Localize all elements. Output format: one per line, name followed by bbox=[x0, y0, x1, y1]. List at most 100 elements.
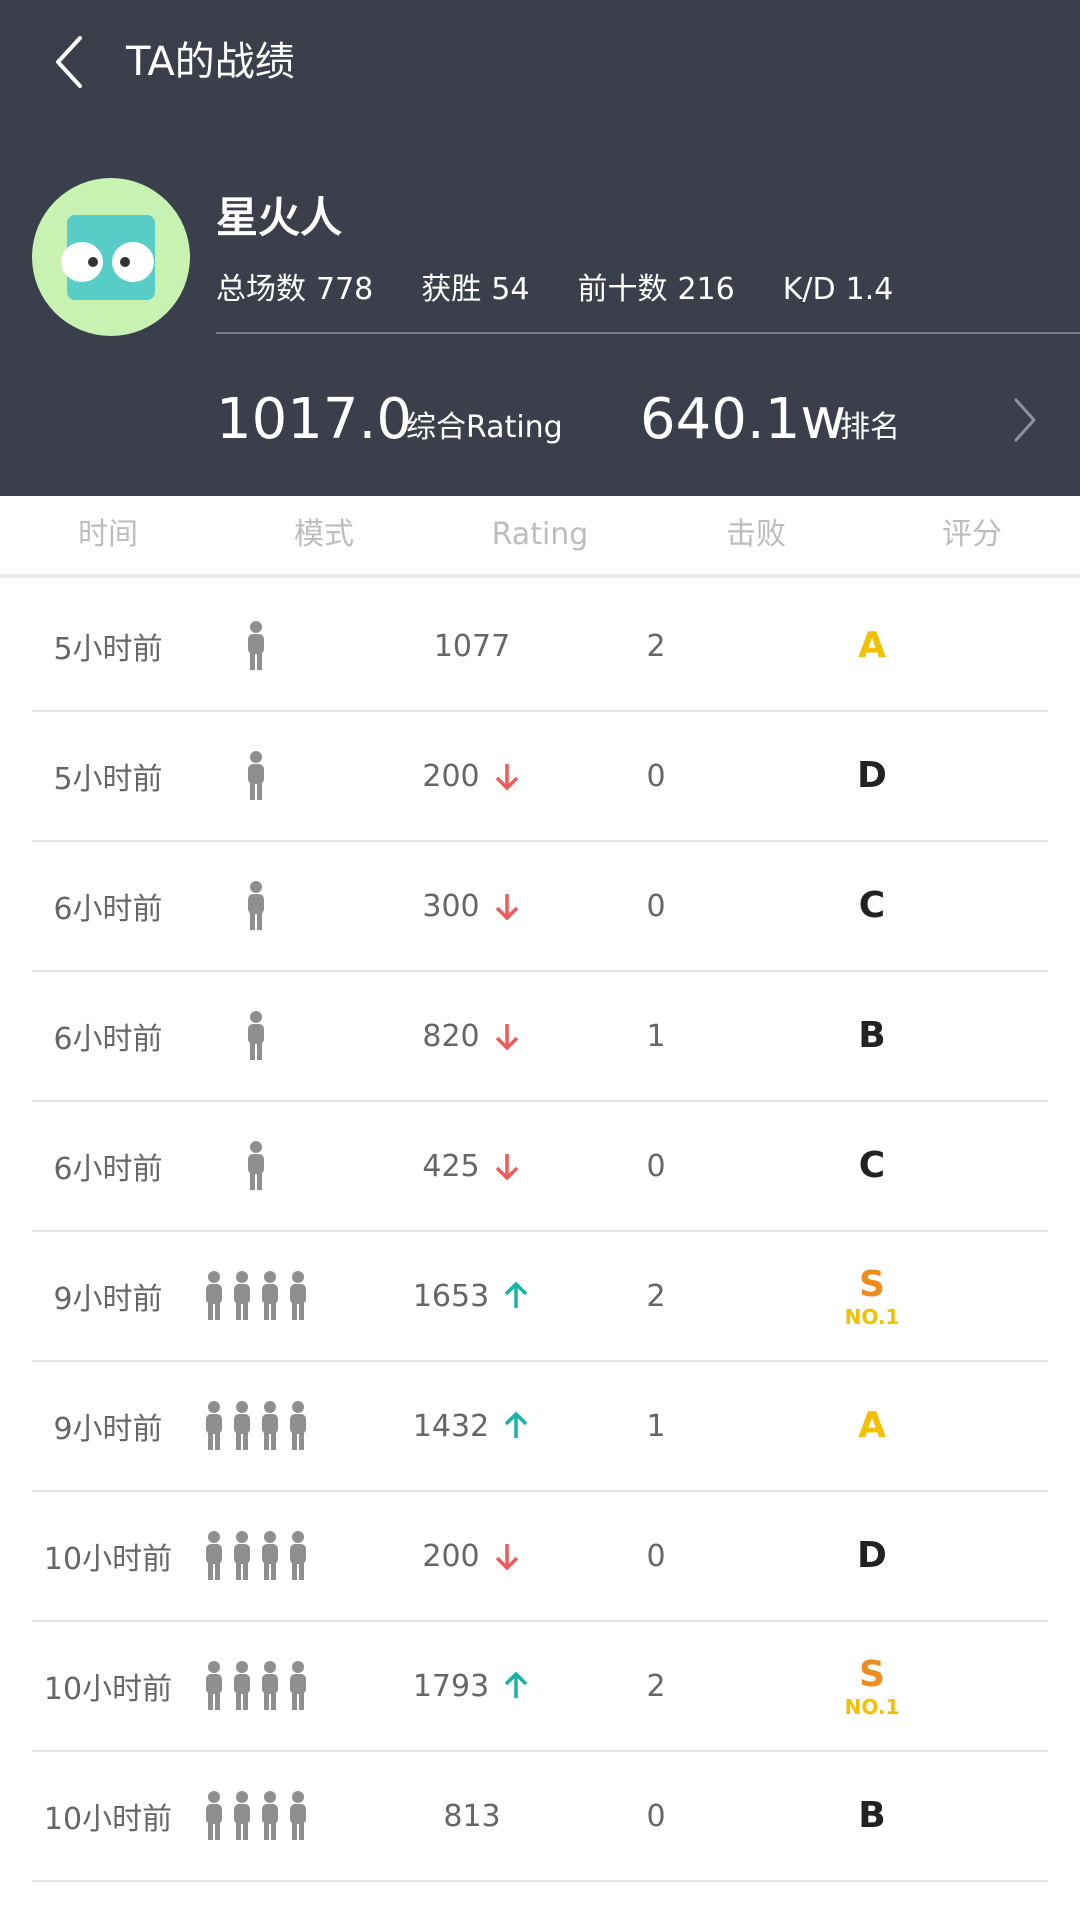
person-icon bbox=[206, 1401, 222, 1450]
person-icon bbox=[234, 1271, 250, 1320]
person-icon bbox=[262, 1531, 278, 1580]
table-row[interactable]: 5小时前 1077 2 A bbox=[32, 582, 1048, 712]
arrow-down-icon bbox=[495, 894, 518, 921]
table-row[interactable]: 10小时前 1793 2 S NO.1 bbox=[32, 1622, 1048, 1752]
profile-header: TA的战绩 星火人 总场数 778 获胜 54 前十数 216 K/D 1.4 1017… bbox=[0, 0, 1080, 496]
rank-label: 排名 bbox=[840, 410, 900, 445]
match-list: 5小时前 1077 2 A 5小时前 200 0 D 6小时前 300 0 C 6小时前 820 1 B 6小时… bbox=[0, 582, 1080, 1882]
person-icon bbox=[262, 1791, 278, 1840]
rating-value: 820 bbox=[422, 1018, 480, 1054]
person-icon bbox=[262, 1661, 278, 1710]
match-mode bbox=[156, 582, 356, 710]
person-icon bbox=[290, 1271, 306, 1320]
table-row[interactable]: 6小时前 425 0 C bbox=[32, 1102, 1048, 1232]
stat-value: 216 bbox=[677, 272, 735, 307]
match-rating: 813 bbox=[372, 1752, 572, 1880]
match-grade: S NO.1 bbox=[772, 1622, 972, 1750]
grade-letter: A bbox=[858, 1405, 886, 1446]
column-header-time: 时间 bbox=[78, 517, 138, 552]
table-row[interactable]: 6小时前 300 0 C bbox=[32, 842, 1048, 972]
solo-mode-icon bbox=[244, 750, 268, 802]
match-rating: 300 bbox=[372, 842, 572, 970]
match-grade: B bbox=[772, 1752, 972, 1880]
table-row[interactable]: 10小时前 813 0 B bbox=[32, 1752, 1048, 1882]
match-kills: 2 bbox=[646, 1278, 666, 1314]
rating-value: 1077 bbox=[433, 628, 511, 664]
stats-summary: 总场数 778 获胜 54 前十数 216 K/D 1.4 bbox=[216, 268, 941, 312]
stat-value: 778 bbox=[316, 272, 374, 307]
match-mode bbox=[156, 1102, 356, 1230]
table-row[interactable]: 9小时前 1432 1 A bbox=[32, 1362, 1048, 1492]
grade-letter: S bbox=[859, 1264, 885, 1305]
avatar-eye-left bbox=[61, 242, 103, 282]
squad-mode-icon bbox=[202, 1270, 310, 1322]
person-icon bbox=[234, 1401, 250, 1450]
arrow-down-icon bbox=[495, 1154, 518, 1181]
avatar[interactable] bbox=[32, 178, 190, 336]
match-grade: D bbox=[772, 712, 972, 840]
grade-letter: A bbox=[858, 625, 886, 666]
solo-mode-icon bbox=[244, 620, 268, 672]
match-kills: 0 bbox=[646, 758, 666, 794]
stat-total-games: 总场数 778 bbox=[216, 268, 373, 312]
squad-mode-icon bbox=[202, 1530, 310, 1582]
table-row[interactable]: 10小时前 200 0 D bbox=[32, 1492, 1048, 1622]
arrow-down-icon bbox=[495, 1544, 518, 1571]
match-mode bbox=[156, 1622, 356, 1750]
person-icon bbox=[248, 1011, 264, 1060]
stat-label: 前十数 bbox=[577, 272, 668, 307]
overall-rating-value: 1017.0 bbox=[216, 387, 412, 452]
grade-letter: B bbox=[858, 1795, 886, 1836]
match-rating: 1432 bbox=[372, 1362, 572, 1490]
arrow-up-icon bbox=[504, 1411, 528, 1438]
person-icon bbox=[248, 621, 264, 670]
match-rating: 1793 bbox=[372, 1622, 572, 1750]
match-grade: A bbox=[772, 1362, 972, 1490]
page-title: TA的战绩 bbox=[126, 39, 295, 85]
person-icon bbox=[234, 1791, 250, 1840]
stat-value: 54 bbox=[491, 272, 530, 307]
rating-value: 813 bbox=[443, 1798, 501, 1834]
grade-letter: C bbox=[858, 1145, 886, 1186]
rating-value: 1432 bbox=[412, 1408, 490, 1444]
rank-detail-button[interactable] bbox=[1004, 390, 1044, 450]
match-grade: D bbox=[772, 1492, 972, 1620]
person-icon bbox=[248, 881, 264, 930]
table-header: 时间 模式 Rating 击败 评分 bbox=[0, 496, 1080, 578]
arrow-down-icon bbox=[495, 1024, 518, 1051]
grade-letter: B bbox=[858, 1015, 886, 1056]
back-button[interactable] bbox=[44, 30, 100, 94]
squad-mode-icon bbox=[202, 1790, 310, 1842]
overall-rating-label: 综合Rating bbox=[406, 410, 563, 445]
person-icon bbox=[290, 1531, 306, 1580]
stat-label: K/D bbox=[782, 272, 836, 307]
match-mode bbox=[156, 1492, 356, 1620]
header-divider bbox=[216, 332, 1080, 334]
avatar-eye-right bbox=[112, 242, 154, 282]
match-kills: 0 bbox=[646, 1148, 666, 1184]
match-grade: S NO.1 bbox=[772, 1232, 972, 1360]
stat-value: 1.4 bbox=[845, 272, 894, 307]
person-icon bbox=[234, 1661, 250, 1710]
match-kills: 1 bbox=[646, 1018, 666, 1054]
match-rating: 200 bbox=[372, 1492, 572, 1620]
table-row[interactable]: 5小时前 200 0 D bbox=[32, 712, 1048, 842]
table-row[interactable]: 6小时前 820 1 B bbox=[32, 972, 1048, 1102]
person-icon bbox=[290, 1401, 306, 1450]
match-kills: 0 bbox=[646, 1538, 666, 1574]
match-rating: 1077 bbox=[372, 582, 572, 710]
stat-top-ten: 前十数 216 bbox=[577, 268, 734, 312]
person-icon bbox=[206, 1791, 222, 1840]
match-grade: A bbox=[772, 582, 972, 710]
solo-mode-icon bbox=[244, 880, 268, 932]
match-rating: 1653 bbox=[372, 1232, 572, 1360]
table-row[interactable]: 9小时前 1653 2 S NO.1 bbox=[32, 1232, 1048, 1362]
match-rating: 425 bbox=[372, 1102, 572, 1230]
username: 星火人 bbox=[216, 193, 343, 242]
match-kills: 0 bbox=[646, 1798, 666, 1834]
rating-value: 200 bbox=[422, 1538, 480, 1574]
column-header-grade: 评分 bbox=[942, 517, 1002, 552]
stat-label: 总场数 bbox=[216, 272, 306, 307]
match-mode bbox=[156, 1752, 356, 1880]
person-icon bbox=[290, 1661, 306, 1710]
